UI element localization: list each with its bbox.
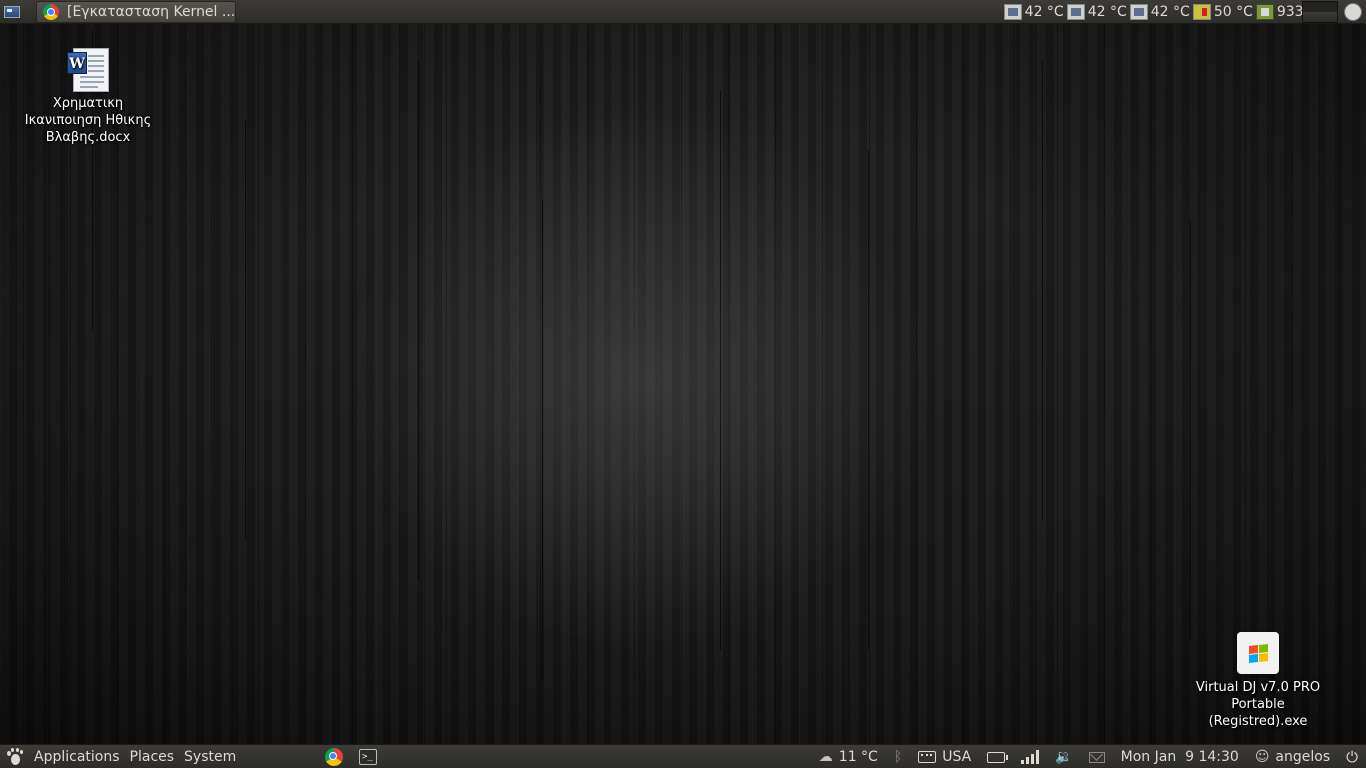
temperature-sensor[interactable]: 42 °C xyxy=(1003,4,1064,20)
sensors-tray: 42 °C 42 °C 42 °C 50 °C 933 MHz xyxy=(1003,0,1338,24)
top-panel: [Εγκατασταση Kernel ... 42 °C 42 °C 42 °… xyxy=(0,0,1366,24)
chrome-icon xyxy=(43,4,59,20)
clock-text: Mon Jan 9 14:30 xyxy=(1120,749,1239,765)
chip-icon xyxy=(1129,4,1148,20)
main-menu-bar: Applications Places System xyxy=(6,745,236,768)
volume-indicator[interactable]: 🔉 xyxy=(1047,750,1080,764)
network-indicator[interactable] xyxy=(1013,750,1047,764)
terminal-icon: >_ xyxy=(359,749,377,765)
desktop-icon-exe[interactable]: Virtual DJ v7.0 PRO Portable (Registred)… xyxy=(1186,632,1330,730)
messaging-indicator[interactable] xyxy=(1081,751,1113,763)
network-signal-icon xyxy=(1021,750,1040,764)
user-status-icon[interactable] xyxy=(1344,3,1362,21)
battery-icon xyxy=(987,751,1009,763)
wood-seam xyxy=(245,120,246,540)
user-name: angelos xyxy=(1275,749,1331,765)
temperature-value: 42 °C xyxy=(1024,4,1064,20)
battery-indicator[interactable] xyxy=(979,751,1013,763)
wood-seam xyxy=(418,60,419,580)
wood-seam xyxy=(1042,60,1043,520)
cpu-icon xyxy=(1255,4,1274,20)
menu-applications[interactable]: Applications xyxy=(34,749,120,765)
keyboard-layout-indicator[interactable]: USA xyxy=(910,749,979,765)
bluetooth-indicator[interactable]: ᛒ xyxy=(886,750,910,764)
envelope-icon xyxy=(1088,751,1105,763)
wood-seam xyxy=(720,90,721,650)
wood-seam xyxy=(868,150,869,650)
power-icon: ⏻ xyxy=(1346,748,1358,766)
windows-executable-icon xyxy=(1237,632,1279,674)
show-desktop-icon xyxy=(4,5,20,18)
desktop-vignette xyxy=(0,0,1366,768)
desktop-icon-docx[interactable]: W Χρηματικη Ικανιποιηση Ηθικης Βλαβης.do… xyxy=(20,48,156,146)
user-indicator[interactable]: ☺ angelos xyxy=(1247,749,1338,765)
desktop-icon-label: (Registred).exe xyxy=(1208,714,1308,729)
weather-indicator[interactable]: ☁ 11 °C xyxy=(811,749,886,765)
bluetooth-icon: ᛒ xyxy=(893,749,903,765)
chrome-icon xyxy=(325,748,343,766)
menu-places[interactable]: Places xyxy=(130,749,175,765)
desktop-icon-label: Χρηματικη xyxy=(52,96,124,111)
gnome-foot-icon[interactable] xyxy=(6,748,24,766)
temperature-value: 42 °C xyxy=(1150,4,1190,20)
weather-cloud-icon: ☁ xyxy=(818,749,833,765)
hot-chip-icon xyxy=(1192,4,1211,20)
chip-icon xyxy=(1066,4,1085,20)
temperature-value: 50 °C xyxy=(1213,4,1253,20)
word-document-icon: W xyxy=(67,48,109,92)
show-desktop-button[interactable] xyxy=(0,0,24,24)
temperature-sensor[interactable]: 42 °C xyxy=(1066,4,1127,20)
wood-seam xyxy=(1190,220,1191,640)
chip-icon xyxy=(1003,4,1022,20)
keyboard-icon xyxy=(918,751,937,763)
temperature-value: 42 °C xyxy=(1087,4,1127,20)
weather-temperature: 11 °C xyxy=(838,749,878,765)
desktop-icon-label: Βλαβης.docx xyxy=(45,130,131,145)
desktop-icon-label: Portable xyxy=(1231,697,1285,712)
user-chat-icon: ☺ xyxy=(1254,749,1270,765)
taskbar-window-title: [Εγκατασταση Kernel ... xyxy=(67,4,236,20)
system-monitor-graph[interactable] xyxy=(1302,1,1338,23)
clock-indicator[interactable]: Mon Jan 9 14:30 xyxy=(1113,749,1247,765)
taskbar-window-button[interactable]: [Εγκατασταση Kernel ... xyxy=(36,1,236,23)
terminal-launcher[interactable]: >_ xyxy=(357,747,379,767)
desktop-icon-label: Ικανιποιηση Ηθικης xyxy=(24,113,152,128)
speaker-volume-icon: 🔉 xyxy=(1055,749,1073,765)
desktop-icon-label: Virtual DJ v7.0 PRO xyxy=(1195,680,1321,695)
wood-seam xyxy=(542,200,543,680)
temperature-sensor[interactable]: 42 °C xyxy=(1129,4,1190,20)
bottom-panel: Applications Places System >_ ☁ 11 °C ᛒ … xyxy=(0,744,1366,768)
notification-tray: ☁ 11 °C ᛒ USA 🔉 Mon Jan 9 14:30 ☺ angelo… xyxy=(811,745,1366,768)
keyboard-layout-label: USA xyxy=(942,749,972,765)
session-power-button[interactable]: ⏻ xyxy=(1338,748,1366,766)
chrome-launcher[interactable] xyxy=(323,747,345,767)
temperature-sensor[interactable]: 50 °C xyxy=(1192,4,1253,20)
menu-system[interactable]: System xyxy=(184,749,236,765)
